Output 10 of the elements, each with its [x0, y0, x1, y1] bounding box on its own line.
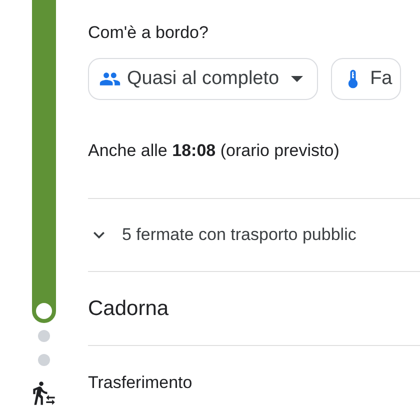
crowding-chip[interactable]: Fa [331, 58, 402, 100]
stop-marker [36, 303, 52, 319]
alternative-time: Anche alle 18:08 (orario previsto) [88, 140, 340, 162]
crowding-chip[interactable]: Quasi al completo [88, 58, 318, 100]
stop-name: Cadorna [88, 296, 169, 322]
transfer-label: Trasferimento [88, 372, 192, 394]
stops-toggle[interactable]: 5 fermate con trasporto pubblic [88, 222, 356, 248]
caret-icon [291, 76, 304, 82]
crowding-question: Com'è a bordo? [88, 22, 210, 44]
walking-transfer-icon [31, 380, 57, 406]
